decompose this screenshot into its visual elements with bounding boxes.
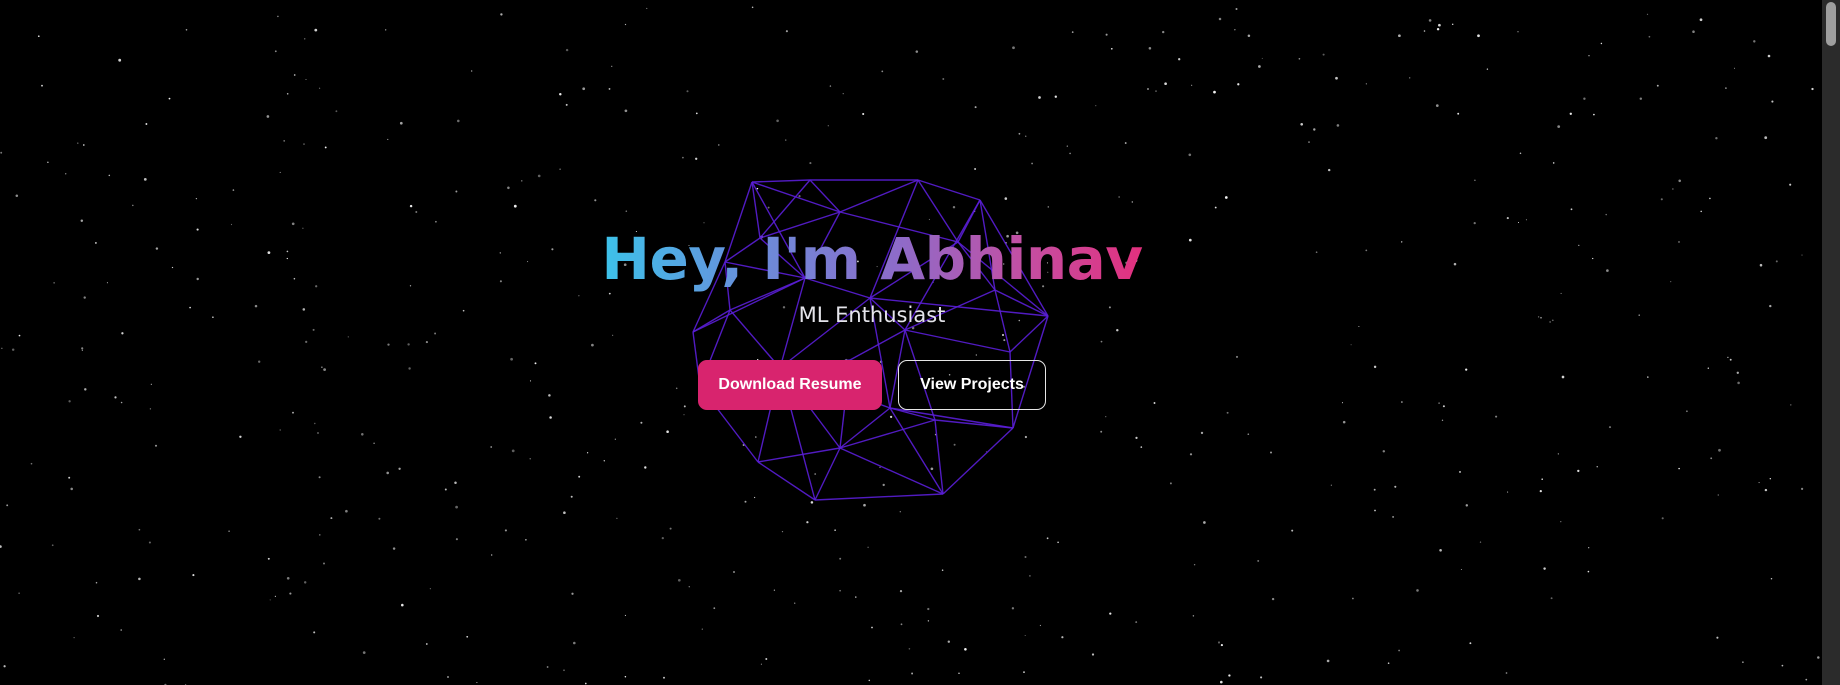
wireframe-edge [839, 419, 936, 449]
wireframe-edge [917, 179, 981, 201]
view-projects-button[interactable]: View Projects [898, 360, 1046, 410]
wireframe-edge [839, 447, 944, 495]
wireframe-edge [889, 407, 1014, 429]
hero-section: Hey, I'm Abhinav ML Enthusiast Download … [0, 222, 1744, 410]
scrollbar-thumb[interactable] [1826, 2, 1836, 46]
vertical-scrollbar[interactable] [1822, 0, 1840, 685]
wireframe-edge [757, 447, 841, 463]
hero-actions: Download Resume View Projects [0, 360, 1744, 410]
hero-subtitle: ML Enthusiast [798, 303, 946, 327]
page-viewport: Hey, I'm Abhinav ML Enthusiast Download … [0, 0, 1840, 685]
wireframe-edge [942, 427, 1014, 495]
download-resume-button[interactable]: Download Resume [698, 360, 882, 410]
wireframe-edge [839, 407, 891, 449]
wireframe-edge [814, 447, 841, 501]
hero-title: Hey, I'm Abhinav [601, 222, 1143, 296]
wireframe-edge [751, 179, 811, 183]
wireframe-edge [814, 493, 944, 501]
